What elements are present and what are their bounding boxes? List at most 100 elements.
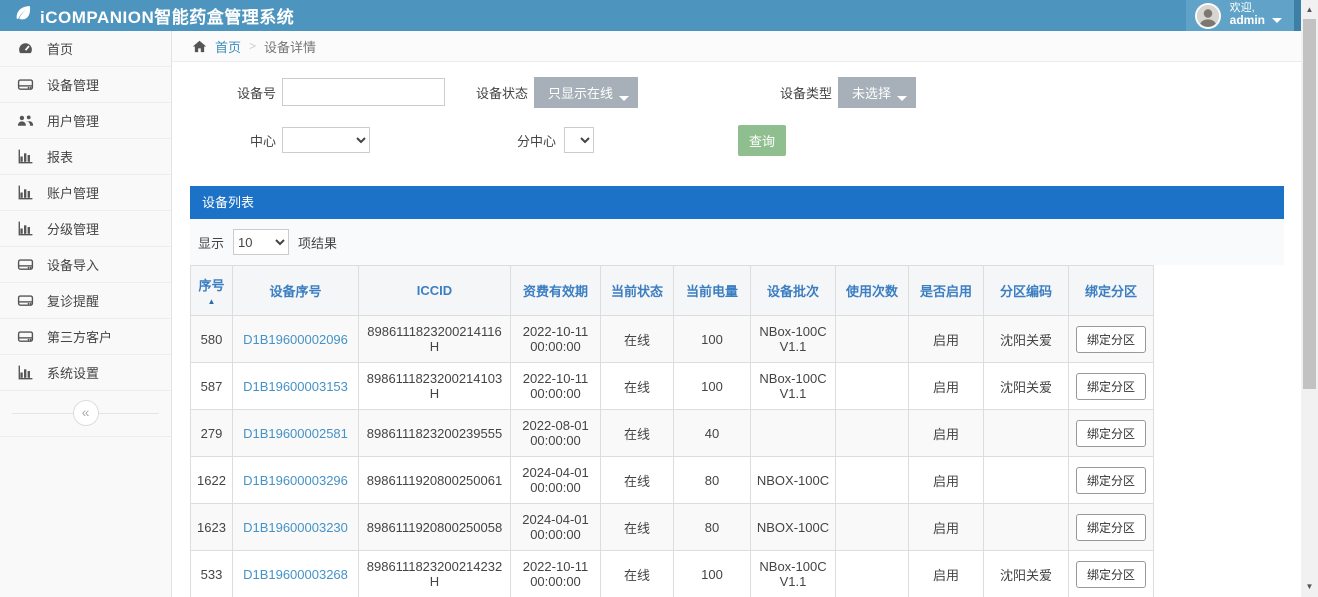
sidebar-item-followup-reminder[interactable]: 复诊提醒 xyxy=(0,283,171,319)
sidebar-item-home[interactable]: 首页 xyxy=(0,31,171,67)
sidebar-item-label: 系统设置 xyxy=(47,363,99,382)
bind-partition-button[interactable]: 绑定分区 xyxy=(1076,373,1146,400)
cell-battery: 100 xyxy=(674,316,751,363)
bind-partition-button[interactable]: 绑定分区 xyxy=(1076,467,1146,494)
search-button[interactable]: 查询 xyxy=(738,125,786,156)
sidebar-item-device-management[interactable]: 设备管理 xyxy=(0,67,171,103)
column-iccid[interactable]: ICCID xyxy=(359,266,511,316)
cell-enabled: 启用 xyxy=(909,316,984,363)
sidebar-item-label: 设备导入 xyxy=(47,255,99,274)
device-serial-link[interactable]: D1B19600003268 xyxy=(243,567,348,582)
cell-battery: 100 xyxy=(674,551,751,597)
user-menu[interactable]: 欢迎, admin xyxy=(1186,0,1294,31)
cell-usage xyxy=(836,363,909,410)
sidebar-item-level-management[interactable]: 分级管理 xyxy=(0,211,171,247)
cell-status: 在线 xyxy=(601,551,674,597)
device-type-dropdown[interactable]: 未选择 xyxy=(838,77,916,108)
cell-batch: NBOX-100C xyxy=(751,457,836,504)
device-list-panel: 设备列表 显示 10 项结果 序号▲ 设备序号 ICC xyxy=(190,186,1284,597)
cell-status: 在线 xyxy=(601,316,674,363)
column-enabled[interactable]: 是否启用 xyxy=(909,266,984,316)
breadcrumb-home-link[interactable]: 首页 xyxy=(215,37,241,56)
cell-seq: 1623 xyxy=(191,504,233,551)
cell-valid: 2022-08-01 00:00:00 xyxy=(511,410,601,457)
sidebar-collapse-area: « xyxy=(0,391,171,437)
cell-partition: 沈阳关爱 xyxy=(984,551,1069,597)
device-serial-link[interactable]: D1B19600003296 xyxy=(243,473,348,488)
column-seq[interactable]: 序号▲ xyxy=(191,266,233,316)
scrollbar-thumb[interactable] xyxy=(1303,19,1316,389)
device-status-dropdown[interactable]: 只显示在线 xyxy=(534,77,638,108)
column-serial[interactable]: 设备序号 xyxy=(233,266,359,316)
results-label: 项结果 xyxy=(298,233,337,252)
bar-chart-icon xyxy=(17,185,34,201)
device-serial-link[interactable]: D1B19600003153 xyxy=(243,379,348,394)
bind-partition-button[interactable]: 绑定分区 xyxy=(1076,514,1146,541)
hdd-icon xyxy=(17,293,34,309)
column-usage[interactable]: 使用次数 xyxy=(836,266,909,316)
table-row: 1623 D1B19600003230 8986111920800250058 … xyxy=(191,504,1154,551)
subcenter-select[interactable] xyxy=(564,127,594,153)
cell-battery: 80 xyxy=(674,457,751,504)
subcenter-label: 分中心 xyxy=(517,131,556,150)
column-status[interactable]: 当前状态 xyxy=(601,266,674,316)
sidebar-item-device-import[interactable]: 设备导入 xyxy=(0,247,171,283)
main-content: 首页 > 设备详情 设备号 设备状态 只显示在线 设备类型 未选择 中心 分中心… xyxy=(172,31,1301,597)
device-serial-link[interactable]: D1B19600002096 xyxy=(243,332,348,347)
column-valid[interactable]: 资费有效期 xyxy=(511,266,601,316)
top-bar: iCOMPANION智能药盒管理系统 欢迎, admin xyxy=(0,0,1301,31)
device-no-label: 设备号 xyxy=(190,83,276,102)
cell-seq: 580 xyxy=(191,316,233,363)
breadcrumb: 首页 > 设备详情 xyxy=(172,31,1301,62)
sort-asc-icon[interactable]: ▲ xyxy=(193,298,230,306)
device-serial-link[interactable]: D1B19600003230 xyxy=(243,520,348,535)
app-logo: iCOMPANION智能药盒管理系统 xyxy=(0,3,294,28)
sidebar-item-label: 用户管理 xyxy=(47,111,99,130)
column-bind[interactable]: 绑定分区 xyxy=(1069,266,1154,316)
user-text: 欢迎, admin xyxy=(1230,2,1282,26)
cell-usage xyxy=(836,504,909,551)
sidebar-item-reports[interactable]: 报表 xyxy=(0,139,171,175)
page-size-select[interactable]: 10 xyxy=(233,229,289,255)
cell-valid: 2024-04-01 00:00:00 xyxy=(511,457,601,504)
vertical-scrollbar[interactable]: ▲ ▼ xyxy=(1301,0,1318,597)
cell-enabled: 启用 xyxy=(909,363,984,410)
scroll-up-icon[interactable]: ▲ xyxy=(1301,6,1318,14)
username: admin xyxy=(1230,14,1265,26)
bind-partition-button[interactable]: 绑定分区 xyxy=(1076,420,1146,447)
show-label: 显示 xyxy=(198,233,224,252)
cell-seq: 587 xyxy=(191,363,233,410)
center-select[interactable] xyxy=(282,127,370,153)
table-row: 1622 D1B19600003296 8986111920800250061 … xyxy=(191,457,1154,504)
sidebar-item-label: 首页 xyxy=(47,39,73,58)
sidebar-item-user-management[interactable]: 用户管理 xyxy=(0,103,171,139)
bar-chart-icon xyxy=(17,221,34,237)
sidebar: 首页 设备管理 用户管理 报表 账户管理 分级管理 设备导入 复诊提醒 xyxy=(0,31,172,597)
scroll-down-icon[interactable]: ▼ xyxy=(1301,583,1318,591)
sidebar-item-system-settings[interactable]: 系统设置 xyxy=(0,355,171,391)
sidebar-item-third-party-customer[interactable]: 第三方客户 xyxy=(0,319,171,355)
bind-partition-button[interactable]: 绑定分区 xyxy=(1076,326,1146,353)
cell-batch: NBox-100C V1.1 xyxy=(751,363,836,410)
cell-batch: NBox-100C V1.1 xyxy=(751,316,836,363)
hdd-icon xyxy=(17,77,34,93)
cell-valid: 2022-10-11 00:00:00 xyxy=(511,316,601,363)
cell-iccid: 8986111823200239555 xyxy=(359,410,511,457)
device-status-label: 设备状态 xyxy=(471,83,528,102)
column-batch[interactable]: 设备批次 xyxy=(751,266,836,316)
leaf-icon xyxy=(14,4,32,27)
sidebar-collapse-button[interactable]: « xyxy=(73,400,99,426)
column-partition[interactable]: 分区编码 xyxy=(984,266,1069,316)
sidebar-item-label: 分级管理 xyxy=(47,219,99,238)
sidebar-item-account-management[interactable]: 账户管理 xyxy=(0,175,171,211)
bind-partition-button[interactable]: 绑定分区 xyxy=(1076,561,1146,588)
cell-usage xyxy=(836,551,909,597)
column-battery[interactable]: 当前电量 xyxy=(674,266,751,316)
cell-valid: 2022-10-11 00:00:00 xyxy=(511,363,601,410)
center-label: 中心 xyxy=(190,131,276,150)
device-serial-link[interactable]: D1B19600002581 xyxy=(243,426,348,441)
table-row: 533 D1B19600003268 8986111823200214232H … xyxy=(191,551,1154,597)
device-no-input[interactable] xyxy=(282,78,445,106)
dashboard-icon xyxy=(17,41,34,57)
user-menu-edge xyxy=(1294,0,1301,31)
